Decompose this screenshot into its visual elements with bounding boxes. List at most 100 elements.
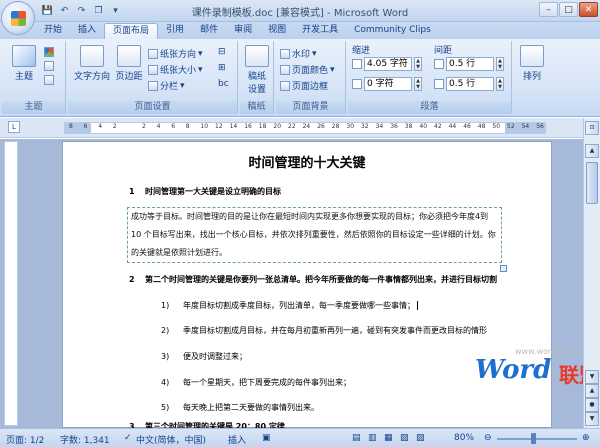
spacing-after-field[interactable]: 0.5 行 xyxy=(446,77,494,91)
view-fullscreen-icon[interactable]: ▥ xyxy=(368,433,377,443)
tab-community-clips[interactable]: Community Clips xyxy=(346,23,439,39)
view-outline-icon[interactable]: ▧ xyxy=(400,433,409,443)
ruler-tick-label: 42 xyxy=(434,123,442,130)
watermark-url: www.wordlm.com xyxy=(515,347,586,356)
group-label-manuscript: 稿纸 xyxy=(240,101,273,114)
tab-home[interactable]: 开始 xyxy=(36,23,70,39)
watermark-button[interactable]: 水印 ▾ xyxy=(280,47,317,60)
theme-effects-button[interactable] xyxy=(44,75,54,85)
line-numbers-button[interactable]: ⊞ xyxy=(218,63,226,73)
zoom-slider[interactable] xyxy=(497,438,577,440)
text-direction-icon xyxy=(80,45,104,67)
spacing-before-arrows[interactable]: ▲ ▼ xyxy=(496,57,504,71)
spacing-before-spinner[interactable]: 0.5 行 ▲ ▼ xyxy=(434,57,504,71)
tab-insert[interactable]: 插入 xyxy=(70,23,104,39)
ruler-toggle-icon[interactable]: ⊡ xyxy=(585,121,599,135)
view-web-icon[interactable]: ▦ xyxy=(384,433,393,443)
hyphenation-button[interactable]: bc xyxy=(218,79,229,89)
tab-view[interactable]: 视图 xyxy=(260,23,294,39)
spacing-before-field[interactable]: 0.5 行 xyxy=(446,57,494,71)
theme-fonts-button[interactable] xyxy=(44,61,54,71)
ruler-tick-label: 6 xyxy=(171,123,176,130)
themes-button[interactable]: 主题 xyxy=(10,45,38,82)
zoom-slider-thumb[interactable] xyxy=(531,433,536,444)
close-button[interactable]: ✕ xyxy=(579,2,598,17)
scroll-thumb[interactable] xyxy=(586,162,598,204)
ruler-tick-label: 32 xyxy=(361,123,369,130)
indent-left-icon xyxy=(352,59,362,69)
list-item: 4) 每一个星期天，把下周要完成的每件事列出来； xyxy=(161,378,351,387)
group-label-page-setup: 页面设置 xyxy=(68,101,237,114)
list-item: 5) 每天晚上把第二天要做的事情列出来。 xyxy=(161,403,319,412)
tab-review[interactable]: 审阅 xyxy=(226,23,260,39)
indent-left-spinner[interactable]: 4.05 字符 ▲ ▼ xyxy=(352,57,422,71)
indent-right-field[interactable]: 0 字符 xyxy=(364,77,412,91)
page-count[interactable]: 页面: 1/2 xyxy=(6,433,44,446)
theme-colors-button[interactable] xyxy=(44,47,54,57)
indent-right-spinner[interactable]: 0 字符 ▲ ▼ xyxy=(352,77,422,91)
ribbon-tabs: 开始 插入 页面布局 引用 邮件 审阅 视图 开发工具 Community Cl… xyxy=(36,22,600,39)
page-color-button[interactable]: 页面颜色 ▾ xyxy=(280,63,335,76)
arrange-button[interactable]: 排列 xyxy=(518,45,546,82)
breaks-button[interactable]: ⊟ xyxy=(218,47,226,57)
view-draft-icon[interactable]: ▨ xyxy=(416,433,425,443)
zoom-out-button[interactable]: ⊖ xyxy=(484,433,492,443)
tab-mailings[interactable]: 邮件 xyxy=(192,23,226,39)
minimize-button[interactable]: – xyxy=(539,2,558,17)
group-arrange: 排列 xyxy=(514,41,550,114)
manuscript-settings-button[interactable]: 稿纸 设置 xyxy=(242,45,272,95)
group-manuscript: 稿纸 设置 稿纸 xyxy=(240,41,274,114)
ruler-tick-label: 20 xyxy=(273,123,282,130)
body-paragraph: 成功等于目标。时间管理的目的是让你在最短时间内实现更多你想要实现的目标；你必须把… xyxy=(127,207,502,263)
ruler-tick-label: 22 xyxy=(288,123,296,130)
orientation-button[interactable]: 纸张方向 ▾ xyxy=(148,47,203,60)
columns-icon xyxy=(148,80,158,91)
indent-label: 缩进 xyxy=(352,46,371,56)
margins-icon xyxy=(117,45,141,67)
ribbon: 主题 主题 文字方向 页边距 纸张方向 ▾ 纸张大小 ▾ 分栏 ▾ ⊟ ⊞ bc 页面… xyxy=(0,39,600,117)
scroll-up-button[interactable]: ▲ xyxy=(585,144,599,158)
orientation-icon xyxy=(148,48,158,59)
columns-button[interactable]: 分栏 ▾ xyxy=(148,79,185,92)
proofing-icon[interactable]: ✓ xyxy=(124,433,132,443)
word-count[interactable]: 字数: 1,341 xyxy=(60,433,110,446)
theme-effects-icon xyxy=(44,75,54,85)
ruler-tick-label: 16 xyxy=(244,123,252,130)
themes-icon xyxy=(12,45,36,67)
next-page-button[interactable]: ▼ xyxy=(585,412,599,426)
indent-left-field[interactable]: 4.05 字符 xyxy=(364,57,412,71)
indent-left-arrows[interactable]: ▲ ▼ xyxy=(414,57,422,71)
arrange-icon xyxy=(520,45,544,67)
page-border-button[interactable]: 页面边框 xyxy=(280,79,328,92)
zoom-level[interactable]: 80% xyxy=(454,433,474,443)
prev-page-button[interactable]: ▲ xyxy=(585,384,599,398)
office-button[interactable] xyxy=(1,1,35,35)
spacing-after-spinner[interactable]: 0.5 行 ▲ ▼ xyxy=(434,77,504,91)
scroll-down-button[interactable]: ▼ xyxy=(585,370,599,384)
ruler-tick-label: 12 xyxy=(215,123,223,130)
spacing-after-arrows[interactable]: ▲ ▼ xyxy=(496,77,504,91)
doc-title: 时间管理的十大关键 xyxy=(248,156,366,171)
macro-record-icon[interactable]: ▣ xyxy=(262,433,271,443)
ruler-tick-label: 40 xyxy=(419,123,428,130)
view-print-layout-icon[interactable]: ▤ xyxy=(352,433,361,443)
group-paragraph: 缩进 间距 4.05 字符 ▲ ▼ 0 字符 ▲ ▼ 0.5 行 ▲ ▼ 0.5 行 … xyxy=(348,41,512,114)
paper-size-button[interactable]: 纸张大小 ▾ xyxy=(148,63,203,76)
language-indicator[interactable]: 中文(简体，中国) xyxy=(136,433,206,446)
tab-selector-icon[interactable]: L xyxy=(8,121,20,133)
tab-references[interactable]: 引用 xyxy=(158,23,192,39)
horizontal-ruler[interactable]: L 8 6 4 2 2 4 6 8 10 12 14 16 18 20 22 24 26 28 30 32 34 36 38… xyxy=(0,118,600,138)
maximize-button[interactable]: □ xyxy=(559,2,578,17)
ruler-tick-label: 26 xyxy=(317,123,325,130)
tab-developer[interactable]: 开发工具 xyxy=(294,23,346,39)
indent-right-arrows[interactable]: ▲ ▼ xyxy=(414,77,422,91)
zoom-in-button[interactable]: ⊕ xyxy=(582,433,590,443)
insert-mode[interactable]: 插入 xyxy=(228,433,246,446)
margins-button[interactable]: 页边距 xyxy=(112,45,146,82)
browse-object-button[interactable]: ● xyxy=(585,398,599,412)
text-direction-button[interactable]: 文字方向 xyxy=(72,45,112,82)
ruler-tick-label: 36 xyxy=(390,123,398,130)
tab-page-layout[interactable]: 页面布局 xyxy=(104,23,159,39)
vertical-scrollbar[interactable]: ⊡ ▲ ▼ ▲ ● ▼ xyxy=(583,118,600,428)
ruler-tick-label: 8 xyxy=(69,123,73,130)
